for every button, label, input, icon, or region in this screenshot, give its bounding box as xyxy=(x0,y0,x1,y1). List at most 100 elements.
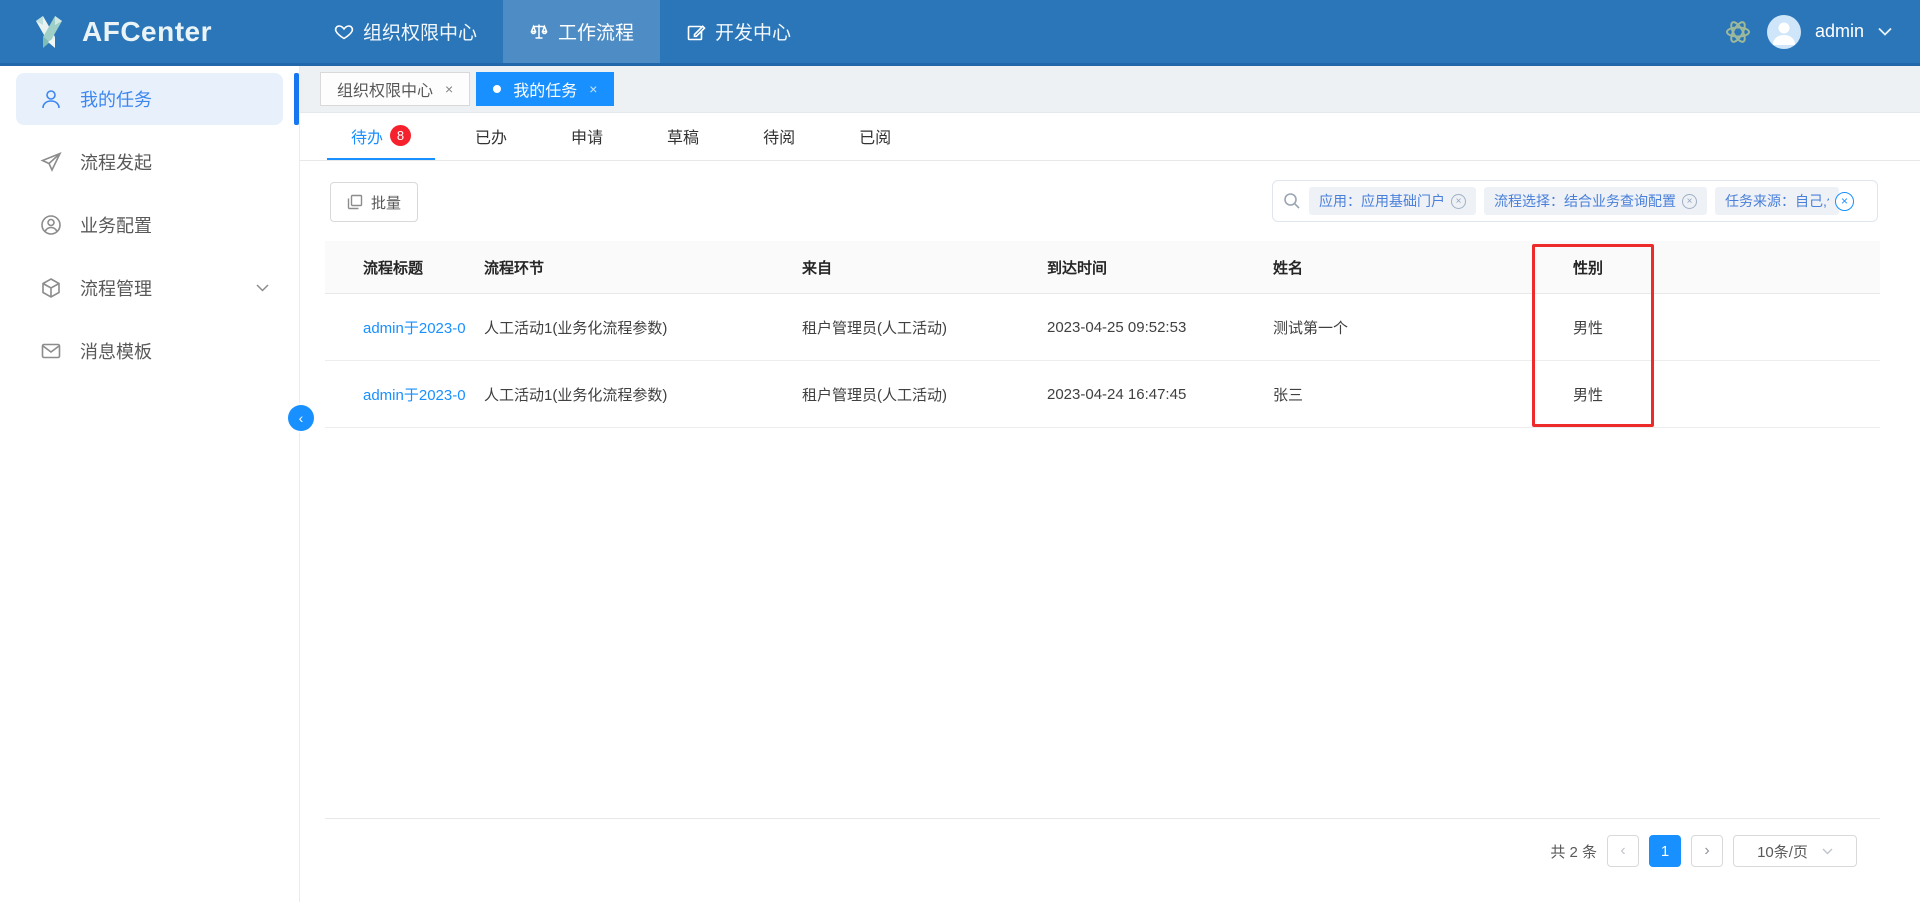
process-title-link[interactable]: admin于2023-0 xyxy=(363,387,466,404)
chevron-down-icon[interactable] xyxy=(1878,27,1892,36)
batch-label: 批量 xyxy=(371,192,401,213)
subtab-label: 已阅 xyxy=(859,124,891,148)
col-header-name: 姓名 xyxy=(1273,257,1573,278)
remove-filter-icon[interactable]: × xyxy=(1682,194,1697,209)
subtab-apply[interactable]: 申请 xyxy=(547,113,627,160)
tab-label: 组织权限中心 xyxy=(337,77,433,101)
workspace-tab-org-center[interactable]: 组织权限中心 × xyxy=(320,72,470,106)
subtab-done[interactable]: 已办 xyxy=(451,113,531,160)
subtab-to-read[interactable]: 待阅 xyxy=(739,113,819,160)
sidebar-collapse-button[interactable]: ‹ xyxy=(288,405,314,431)
app-logo: AFCenter xyxy=(28,11,288,53)
col-header-arrive-time: 到达时间 xyxy=(1047,257,1273,278)
batch-icon xyxy=(347,194,363,210)
subtab-draft[interactable]: 草稿 xyxy=(643,113,723,160)
table-row[interactable]: admin于2023-0 人工活动1(业务化流程参数) 租户管理员(人工活动) … xyxy=(325,361,1880,428)
filter-chip-label: 任务来源：自己,代 xyxy=(1725,191,1829,211)
search-icon xyxy=(1283,192,1301,210)
next-icon: › xyxy=(1704,842,1709,860)
sidebar-item-business-config[interactable]: 业务配置 xyxy=(16,199,283,251)
batch-button[interactable]: 批量 xyxy=(330,182,418,222)
page-size-select[interactable]: 10条/页 xyxy=(1733,835,1857,867)
nav-item-label: 组织权限中心 xyxy=(363,18,477,45)
total-count-label: 共 2 条 xyxy=(1550,841,1597,862)
chevron-down-icon[interactable] xyxy=(256,284,269,292)
filter-chip-process[interactable]: 流程选择：结合业务查询配置 × xyxy=(1484,187,1707,215)
page-size-label: 10条/页 xyxy=(1757,841,1808,862)
remove-filter-icon[interactable]: × xyxy=(1451,194,1466,209)
from-cell: 租户管理员(人工活动) xyxy=(802,384,1047,405)
person-icon xyxy=(1767,15,1801,49)
next-page-button[interactable]: › xyxy=(1691,835,1723,867)
filter-chip-app[interactable]: 应用：应用基础门户 × xyxy=(1309,187,1476,215)
table-header-row: 流程标题 流程环节 来自 到达时间 姓名 性别 xyxy=(325,241,1880,294)
subtab-read[interactable]: 已阅 xyxy=(835,113,915,160)
workspace-tab-my-tasks[interactable]: 我的任务 × xyxy=(476,72,614,106)
filter-search-box[interactable]: 应用：应用基础门户 × 流程选择：结合业务查询配置 × 任务来源：自己,代 × xyxy=(1272,180,1878,222)
user-circle-icon xyxy=(40,214,62,236)
sidebar-item-label: 我的任务 xyxy=(80,86,152,112)
gender-cell: 男性 xyxy=(1573,384,1880,405)
sidebar-item-process-mgmt[interactable]: 流程管理 xyxy=(16,262,283,314)
sidebar-item-start-process[interactable]: 流程发起 xyxy=(16,136,283,188)
nav-item-dev-center[interactable]: 开发中心 xyxy=(660,0,817,63)
close-icon[interactable]: × xyxy=(589,81,597,97)
collapse-icon: ‹ xyxy=(299,410,304,426)
scale-icon xyxy=(529,22,549,42)
clear-filter-icon[interactable]: × xyxy=(1835,192,1854,211)
afcenter-logo-icon xyxy=(28,11,70,53)
subtab-label: 已办 xyxy=(475,124,507,148)
process-step-cell: 人工活动1(业务化流程参数) xyxy=(484,317,802,338)
main-content: 组织权限中心 × 我的任务 × 待办 8 已办 申请 草稿 待阅 已阅 xyxy=(300,66,1920,902)
app-title: AFCenter xyxy=(82,16,212,48)
subtab-label: 待办 xyxy=(351,124,383,148)
top-nav-menu: 组织权限中心 工作流程 开发中心 xyxy=(308,0,817,63)
nav-item-workflow[interactable]: 工作流程 xyxy=(503,0,660,63)
col-header-process-step: 流程环节 xyxy=(484,257,802,278)
filter-chip-label: 应用：应用基础门户 xyxy=(1319,191,1445,211)
task-subtabs: 待办 8 已办 申请 草稿 待阅 已阅 xyxy=(300,113,1920,161)
process-title-link[interactable]: admin于2023-0 xyxy=(363,320,466,337)
col-header-gender: 性别 xyxy=(1573,257,1880,278)
table-toolbar: 批量 应用：应用基础门户 × 流程选择：结合业务查询配置 × 任务来源：自己,代… xyxy=(300,161,1920,241)
sidebar-item-label: 流程管理 xyxy=(80,275,152,301)
sidebar-item-label: 业务配置 xyxy=(80,212,152,238)
top-navbar: AFCenter 组织权限中心 工作流程 开发中心 xyxy=(0,0,1920,66)
prev-icon: ‹ xyxy=(1620,842,1625,860)
active-dot xyxy=(493,85,501,93)
subtab-label: 申请 xyxy=(571,124,603,148)
username-label[interactable]: admin xyxy=(1815,21,1864,42)
send-icon xyxy=(40,151,62,173)
tab-label: 我的任务 xyxy=(513,77,577,101)
prev-page-button[interactable]: ‹ xyxy=(1607,835,1639,867)
cube-icon xyxy=(40,277,62,299)
nav-item-label: 开发中心 xyxy=(715,18,791,45)
table-row[interactable]: admin于2023-0 人工活动1(业务化流程参数) 租户管理员(人工活动) … xyxy=(325,294,1880,361)
filter-chip-label: 流程选择：结合业务查询配置 xyxy=(1494,191,1676,211)
arrive-time-cell: 2023-04-24 16:47:45 xyxy=(1047,386,1273,403)
close-icon[interactable]: × xyxy=(445,81,453,97)
col-header-process-title: 流程标题 xyxy=(363,257,484,278)
user-avatar[interactable] xyxy=(1767,15,1801,49)
sidebar-item-my-tasks[interactable]: 我的任务 xyxy=(16,73,283,125)
todo-count-badge: 8 xyxy=(390,125,411,146)
page-number-button[interactable]: 1 xyxy=(1649,835,1681,867)
subtab-label: 草稿 xyxy=(667,124,699,148)
heart-icon xyxy=(334,22,354,42)
navbar-right: admin xyxy=(1723,0,1892,63)
mail-icon xyxy=(40,340,62,362)
nav-item-label: 工作流程 xyxy=(558,18,634,45)
sidebar-item-label: 消息模板 xyxy=(80,338,152,364)
divider xyxy=(325,818,1880,819)
filter-chip-task-source[interactable]: 任务来源：自己,代 xyxy=(1715,187,1839,215)
gpt-icon[interactable] xyxy=(1723,17,1753,47)
sidebar-item-message-template[interactable]: 消息模板 xyxy=(16,325,283,377)
process-step-cell: 人工活动1(业务化流程参数) xyxy=(484,384,802,405)
edit-icon xyxy=(686,22,706,42)
chevron-down-icon xyxy=(1822,848,1833,855)
subtab-todo[interactable]: 待办 8 xyxy=(327,113,435,160)
name-cell: 测试第一个 xyxy=(1273,317,1573,338)
user-icon xyxy=(40,88,62,110)
sidebar-item-label: 流程发起 xyxy=(80,149,152,175)
nav-item-org-center[interactable]: 组织权限中心 xyxy=(308,0,503,63)
